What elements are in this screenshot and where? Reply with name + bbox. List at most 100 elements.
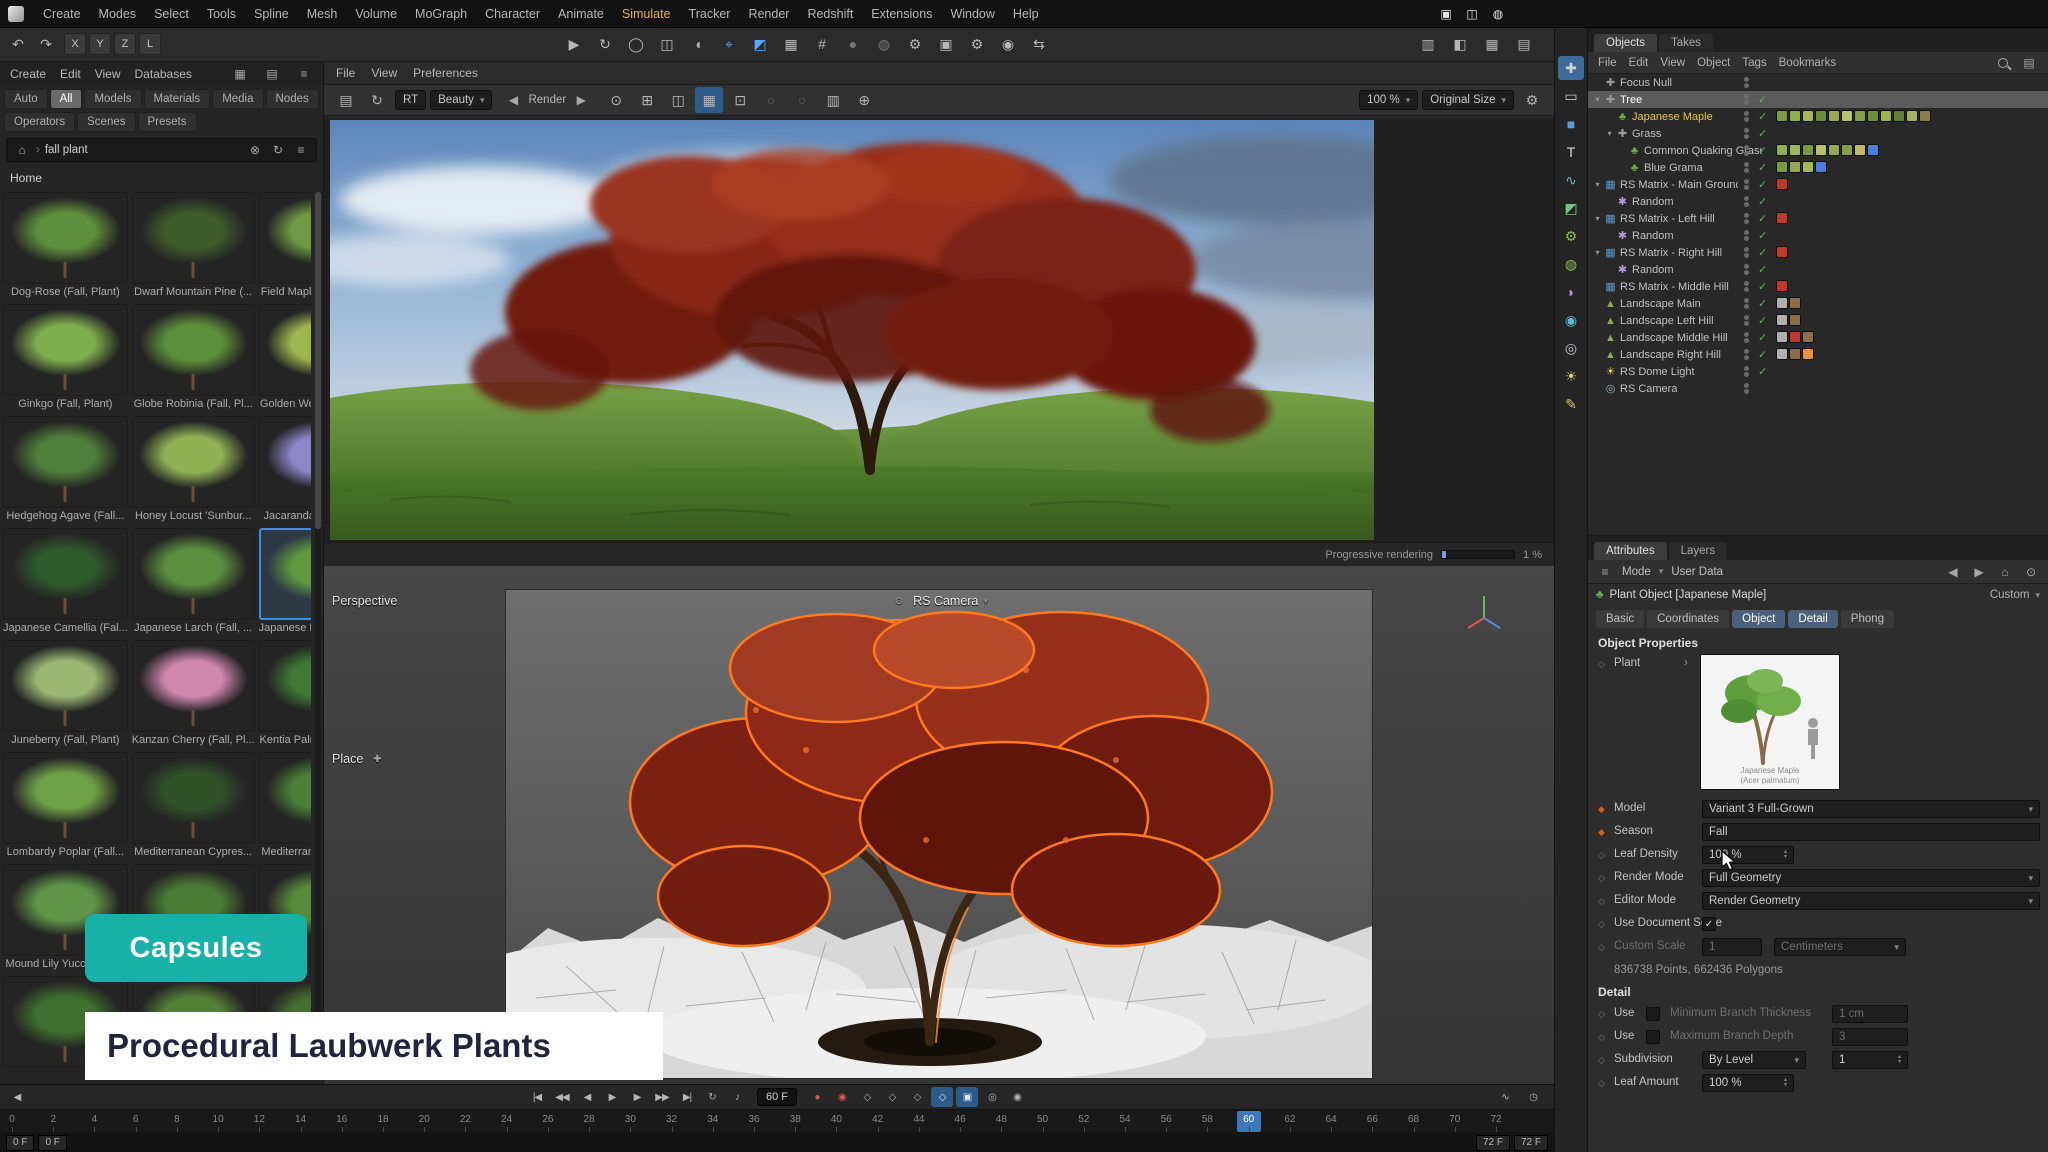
keyframe-marker[interactable]: ◇ bbox=[1598, 659, 1605, 670]
play-button[interactable]: ▶ bbox=[601, 1087, 623, 1107]
object-row-landscape-middle-hill[interactable]: ▲Landscape Middle Hill✓ bbox=[1588, 329, 2048, 346]
render-pass-dropdown[interactable]: Beauty ▾ bbox=[430, 90, 492, 110]
visibility-dots[interactable] bbox=[1744, 281, 1749, 292]
material-tag-icon[interactable] bbox=[1854, 144, 1866, 156]
object-tag-icon[interactable] bbox=[1776, 297, 1788, 309]
visibility-dots[interactable] bbox=[1744, 264, 1749, 275]
enabled-check-icon[interactable]: ✓ bbox=[1758, 229, 1767, 242]
enabled-check-icon[interactable]: ✓ bbox=[1758, 280, 1767, 293]
menu-item-simulate[interactable]: Simulate bbox=[613, 0, 680, 28]
custom-scale-field[interactable]: 1 bbox=[1702, 938, 1762, 956]
material-tag-icon[interactable] bbox=[1828, 110, 1840, 122]
object-row-rs-matrix-left-hill[interactable]: ▾▦RS Matrix - Left Hill✓ bbox=[1588, 210, 2048, 227]
material-tag-icon[interactable] bbox=[1867, 110, 1879, 122]
asset-tab-all[interactable]: All bbox=[50, 89, 83, 109]
object-tag-icon[interactable] bbox=[1776, 212, 1788, 224]
enabled-check-icon[interactable]: ✓ bbox=[1758, 297, 1767, 310]
live-selection-icon[interactable]: ◯ bbox=[622, 31, 650, 57]
model-dropdown[interactable]: Variant 3 Full-Grown▾ bbox=[1702, 800, 2040, 818]
parent-icon[interactable]: ⌂ bbox=[1996, 563, 2014, 581]
material-tag-icon[interactable] bbox=[1841, 110, 1853, 122]
cube-primitive-icon[interactable]: ■ bbox=[1558, 112, 1584, 136]
om-tab-objects[interactable]: Objects bbox=[1594, 34, 1657, 52]
menu-item-select[interactable]: Select bbox=[145, 0, 198, 28]
loop-mode-button[interactable]: ↻ bbox=[701, 1087, 723, 1107]
leaf-amount-field[interactable]: 100 %▴▾ bbox=[1702, 1074, 1794, 1092]
team-render-icon[interactable]: ⇆ bbox=[1025, 31, 1053, 57]
subdivision-level-field[interactable]: 1▴▾ bbox=[1832, 1051, 1908, 1069]
enabled-check-icon[interactable]: ✓ bbox=[1758, 365, 1767, 378]
axis-lock-y-button[interactable]: Y bbox=[89, 33, 111, 55]
visibility-dots[interactable] bbox=[1744, 230, 1749, 241]
move-tool-icon[interactable]: ✚ bbox=[1558, 56, 1584, 80]
material-tag-icon[interactable] bbox=[1906, 110, 1918, 122]
subdivision-mode-dropdown[interactable]: By Level▾ bbox=[1702, 1051, 1806, 1069]
pv-settings-icon[interactable]: ⚙ bbox=[1518, 87, 1546, 113]
quantize-icon[interactable]: # bbox=[808, 31, 836, 57]
object-row-rs-matrix-middle-hill[interactable]: ▦RS Matrix - Middle Hill✓ bbox=[1588, 278, 2048, 295]
object-row-blue-grama[interactable]: ♣Blue Grama✓ bbox=[1588, 159, 2048, 176]
enabled-check-icon[interactable]: ✓ bbox=[1758, 348, 1767, 361]
clear-search-icon[interactable]: ⊗ bbox=[246, 141, 264, 159]
pen-tool-icon[interactable]: ✎ bbox=[1558, 392, 1584, 416]
enabled-check-icon[interactable]: ✓ bbox=[1758, 246, 1767, 259]
hamburger-icon[interactable]: ≡ bbox=[1596, 563, 1614, 581]
pv-menu-preferences[interactable]: Preferences bbox=[413, 66, 478, 80]
asset-tab-media[interactable]: Media bbox=[212, 89, 263, 109]
object-tag-icon[interactable] bbox=[1789, 314, 1801, 326]
layout-split-icon[interactable]: ◧ bbox=[1446, 31, 1474, 57]
menu-item-help[interactable]: Help bbox=[1004, 0, 1048, 28]
snap-icon[interactable]: ⌖ bbox=[715, 31, 743, 57]
enabled-check-icon[interactable]: ✓ bbox=[1758, 144, 1767, 157]
section-tab-detail[interactable]: Detail bbox=[1788, 610, 1837, 628]
custom-dropdown[interactable]: Custom bbox=[1990, 589, 2030, 601]
asset-item-juneberry-fall-plant[interactable]: Juneberry (Fall, Plant) bbox=[3, 640, 128, 748]
section-tab-object[interactable]: Object bbox=[1732, 610, 1785, 628]
histogram-icon[interactable]: ▥ bbox=[819, 87, 847, 113]
text-tool-icon[interactable]: T bbox=[1558, 140, 1584, 164]
menu-item-animate[interactable]: Animate bbox=[549, 0, 613, 28]
asset-menu-view[interactable]: View bbox=[95, 67, 121, 81]
object-row-landscape-right-hill[interactable]: ▲Landscape Right Hill✓ bbox=[1588, 346, 2048, 363]
object-row-random[interactable]: ✱Random✓ bbox=[1588, 261, 2048, 278]
viewport-camera-label[interactable]: ⊙ RS Camera ▾ bbox=[890, 592, 988, 610]
timeline-collapse-icon[interactable]: ◀ bbox=[6, 1087, 28, 1107]
visibility-dots[interactable] bbox=[1744, 332, 1749, 343]
channel-alpha-icon[interactable]: ○ bbox=[788, 87, 816, 113]
object-row-japanese-maple[interactable]: ♣Japanese Maple✓ bbox=[1588, 108, 2048, 125]
object-row-random[interactable]: ✱Random✓ bbox=[1588, 193, 2048, 210]
visibility-dots[interactable] bbox=[1744, 349, 1749, 360]
asset-subtab-scenes[interactable]: Scenes bbox=[77, 112, 135, 132]
asset-item-japanese-maple-fall[interactable]: Japanese Maple (Fall, ... bbox=[259, 528, 311, 636]
material-tag-icon[interactable] bbox=[1776, 144, 1788, 156]
asset-search-bar[interactable]: ⌂ › fall plant ⊗ ↻ ≡ bbox=[6, 138, 317, 162]
rerender-icon[interactable]: ↻ bbox=[363, 87, 391, 113]
menu-item-character[interactable]: Character bbox=[476, 0, 549, 28]
simulate-reset-icon[interactable]: ↻ bbox=[591, 31, 619, 57]
asset-menu-edit[interactable]: Edit bbox=[60, 67, 81, 81]
spline-pen-icon[interactable]: ∿ bbox=[1558, 168, 1584, 192]
object-row-landscape-main[interactable]: ▲Landscape Main✓ bbox=[1588, 295, 2048, 312]
prev-render-icon[interactable]: ◀ bbox=[504, 91, 522, 109]
rt-toggle-button[interactable]: RT bbox=[395, 90, 426, 110]
prev-key-button[interactable]: ◀◀ bbox=[551, 1087, 573, 1107]
asset-item-dog-rose-fall-plant[interactable]: Dog-Rose (Fall, Plant) bbox=[3, 192, 128, 300]
material-tag-icon[interactable] bbox=[1880, 110, 1892, 122]
range-start-field-1[interactable]: 0 F bbox=[38, 1135, 66, 1151]
use-checkbox[interactable] bbox=[1646, 1030, 1660, 1044]
object-row-tree[interactable]: ▾✚Tree✓ bbox=[1588, 91, 2048, 108]
range-start-field-0[interactable]: 0 F bbox=[6, 1135, 34, 1151]
attr-tab-layers[interactable]: Layers bbox=[1669, 542, 1728, 560]
visibility-dots[interactable] bbox=[1744, 247, 1749, 258]
next-frame-button[interactable]: ▶ bbox=[626, 1087, 648, 1107]
enabled-check-icon[interactable]: ✓ bbox=[1758, 195, 1767, 208]
om-menu-file[interactable]: File bbox=[1598, 57, 1617, 69]
redo-icon[interactable]: ↷ bbox=[32, 31, 60, 57]
asset-item-honey-locust-sunbur[interactable]: Honey Locust 'Sunbur... bbox=[132, 416, 255, 524]
enabled-check-icon[interactable]: ✓ bbox=[1758, 161, 1767, 174]
next-render-icon[interactable]: ▶ bbox=[572, 91, 590, 109]
layout-quad-icon[interactable]: ▦ bbox=[1478, 31, 1506, 57]
pv-menu-file[interactable]: File bbox=[336, 66, 355, 80]
material-tag-icon[interactable] bbox=[1802, 161, 1814, 173]
object-row-rs-matrix-right-hill[interactable]: ▾▦RS Matrix - Right Hill✓ bbox=[1588, 244, 2048, 261]
